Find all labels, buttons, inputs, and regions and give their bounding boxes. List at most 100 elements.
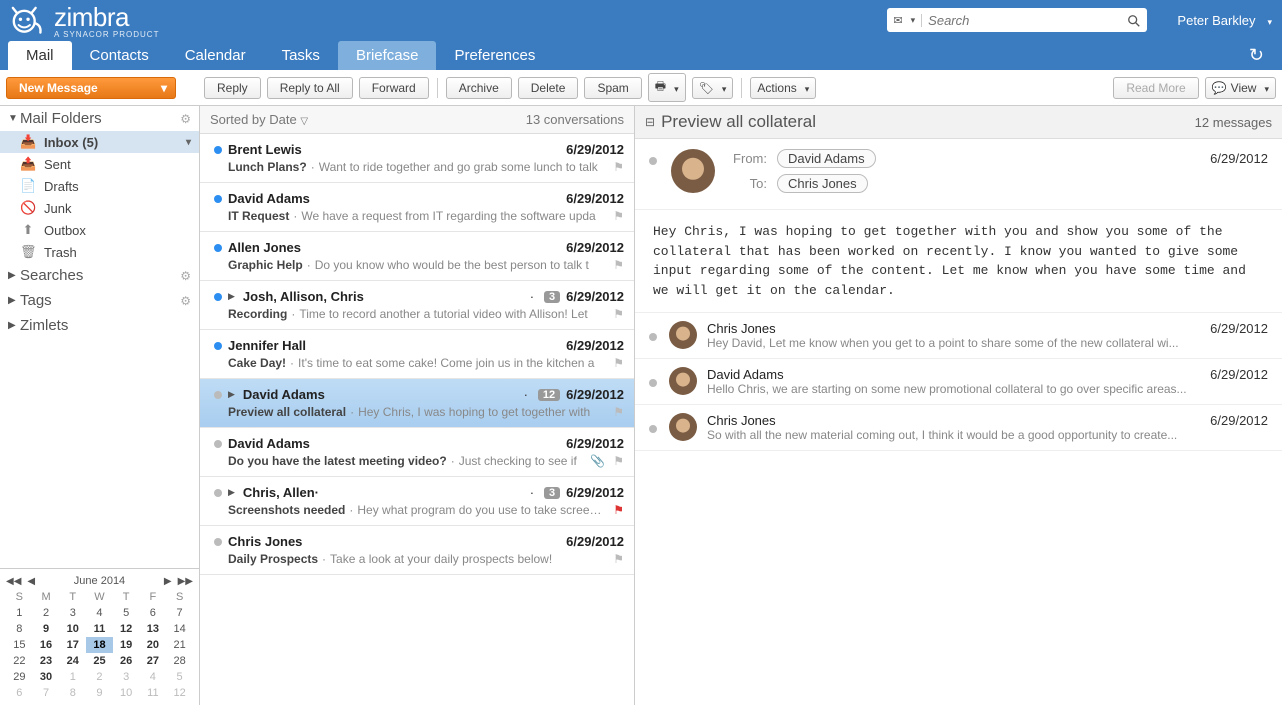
collapse-icon[interactable]: ⊟ (645, 115, 655, 129)
cal-day[interactable]: 8 (6, 621, 33, 637)
search-box[interactable]: ✉ (887, 8, 1147, 32)
cal-day[interactable]: 15 (6, 637, 33, 653)
tab-preferences[interactable]: Preferences (436, 41, 553, 70)
conversation-item[interactable]: Jennifer Hall6/29/2012Cake Day! · It's t… (200, 330, 634, 379)
cal-day[interactable]: 12 (113, 621, 140, 637)
flag-icon[interactable]: ⚑ (613, 209, 624, 223)
flag-icon[interactable]: ⚑ (613, 405, 624, 419)
gear-icon[interactable]: ⚙ (180, 112, 191, 126)
cal-day[interactable]: 8 (59, 685, 86, 701)
gear-icon[interactable]: ⚙ (180, 269, 191, 283)
cal-day[interactable]: 27 (140, 653, 167, 669)
mail-folders-header[interactable]: ▼ Mail Folders ⚙ (0, 106, 199, 131)
flag-icon[interactable]: ⚑ (613, 258, 624, 272)
flag-icon[interactable]: ⚑ (613, 503, 624, 517)
flag-icon[interactable]: ⚑ (613, 160, 624, 174)
triangle-right-icon[interactable]: ▶ (228, 487, 235, 498)
folder-junk[interactable]: 🚫Junk (0, 197, 199, 219)
cal-day[interactable]: 13 (140, 621, 167, 637)
cal-day[interactable]: 5 (166, 669, 193, 685)
cal-day[interactable]: 2 (33, 605, 60, 621)
sort-control[interactable]: Sorted by Date ▽ (210, 112, 308, 127)
cal-day[interactable]: 29 (6, 669, 33, 685)
zimlets-header[interactable]: ▶ Zimlets (0, 313, 199, 338)
cal-day[interactable]: 1 (6, 605, 33, 621)
tab-mail[interactable]: Mail (8, 41, 72, 70)
tab-contacts[interactable]: Contacts (72, 41, 167, 70)
archive-button[interactable]: Archive (446, 77, 512, 99)
cal-day[interactable]: 12 (166, 685, 193, 701)
search-input[interactable] (928, 13, 1127, 28)
cal-day[interactable]: 28 (166, 653, 193, 669)
cal-prev-month[interactable]: ◀ (27, 576, 35, 587)
cal-day[interactable]: 20 (140, 637, 167, 653)
folder-drafts[interactable]: 📄Drafts (0, 175, 199, 197)
conversation-item[interactable]: David Adams6/29/2012IT Request · We have… (200, 183, 634, 232)
triangle-right-icon[interactable]: ▶ (228, 389, 235, 400)
cal-next-year[interactable]: ▶▶ (178, 576, 193, 587)
cal-day[interactable]: 24 (59, 653, 86, 669)
cal-day[interactable]: 7 (33, 685, 60, 701)
refresh-button[interactable]: ↻ (1239, 41, 1274, 70)
triangle-right-icon[interactable]: ▶ (228, 291, 235, 302)
cal-day[interactable]: 11 (140, 685, 167, 701)
cal-day[interactable]: 3 (59, 605, 86, 621)
cal-day[interactable]: 22 (6, 653, 33, 669)
chevron-down-icon[interactable]: ▾ (186, 137, 191, 148)
cal-day[interactable]: 17 (59, 637, 86, 653)
conversation-item[interactable]: ▶Josh, Allison, Chris ·36/29/2012Recordi… (200, 281, 634, 330)
thread-item[interactable]: Chris JonesHey David, Let me know when y… (635, 313, 1282, 359)
cal-day[interactable]: 9 (86, 685, 113, 701)
conversation-item[interactable]: Brent Lewis6/29/2012Lunch Plans? · Want … (200, 134, 634, 183)
tab-briefcase[interactable]: Briefcase (338, 41, 437, 70)
conversation-item[interactable]: Chris Jones6/29/2012Daily Prospects · Ta… (200, 526, 634, 575)
conversation-item[interactable]: ▶David Adams ·126/29/2012Preview all col… (200, 379, 634, 428)
cal-day[interactable]: 10 (59, 621, 86, 637)
folder-inbox[interactable]: 📥Inbox (5)▾ (0, 131, 199, 153)
cal-day[interactable]: 5 (113, 605, 140, 621)
cal-day[interactable]: 16 (33, 637, 60, 653)
folder-trash[interactable]: 🗑Trash (0, 241, 199, 263)
cal-day[interactable]: 14 (166, 621, 193, 637)
conversation-item[interactable]: David Adams6/29/2012Do you have the late… (200, 428, 634, 477)
cal-day[interactable]: 3 (113, 669, 140, 685)
actions-menu-button[interactable]: Actions (750, 77, 816, 99)
cal-day[interactable]: 21 (166, 637, 193, 653)
thread-item[interactable]: Chris JonesSo with all the new material … (635, 405, 1282, 451)
delete-button[interactable]: Delete (518, 77, 579, 99)
tag-menu-button[interactable]: 🏷 (692, 77, 734, 99)
new-message-button[interactable]: New Message (6, 77, 176, 99)
folder-outbox[interactable]: ⬆Outbox (0, 219, 199, 241)
cal-day[interactable]: 23 (33, 653, 60, 669)
cal-day[interactable]: 4 (86, 605, 113, 621)
cal-prev-year[interactable]: ◀◀ (6, 576, 21, 587)
cal-day[interactable]: 9 (33, 621, 60, 637)
to-pill[interactable]: Chris Jones (777, 174, 868, 193)
forward-button[interactable]: Forward (359, 77, 429, 99)
cal-day[interactable]: 19 (113, 637, 140, 653)
cal-day[interactable]: 30 (33, 669, 60, 685)
cal-day[interactable]: 10 (113, 685, 140, 701)
cal-day[interactable]: 18 (86, 637, 113, 653)
cal-day[interactable]: 26 (113, 653, 140, 669)
conversation-item[interactable]: ▶Chris, Allen· ·36/29/2012Screenshots ne… (200, 477, 634, 526)
flag-icon[interactable]: ⚑ (613, 454, 624, 468)
cal-day[interactable]: 6 (140, 605, 167, 621)
cal-next-month[interactable]: ▶ (164, 576, 172, 587)
reply-all-button[interactable]: Reply to All (267, 77, 353, 99)
search-icon[interactable] (1127, 12, 1141, 28)
spam-button[interactable]: Spam (584, 77, 641, 99)
tags-header[interactable]: ▶ Tags ⚙ (0, 288, 199, 313)
tab-tasks[interactable]: Tasks (264, 41, 338, 70)
flag-icon[interactable]: ⚑ (613, 552, 624, 566)
folder-sent[interactable]: 📤Sent (0, 153, 199, 175)
searches-header[interactable]: ▶ Searches ⚙ (0, 263, 199, 288)
search-scope-dropdown[interactable]: ✉ (893, 14, 922, 27)
cal-day[interactable]: 11 (86, 621, 113, 637)
cal-day[interactable]: 7 (166, 605, 193, 621)
cal-day[interactable]: 4 (140, 669, 167, 685)
reply-button[interactable]: Reply (204, 77, 261, 99)
cal-day[interactable]: 2 (86, 669, 113, 685)
cal-day[interactable]: 1 (59, 669, 86, 685)
view-menu-button[interactable]: 💬View (1205, 77, 1276, 99)
